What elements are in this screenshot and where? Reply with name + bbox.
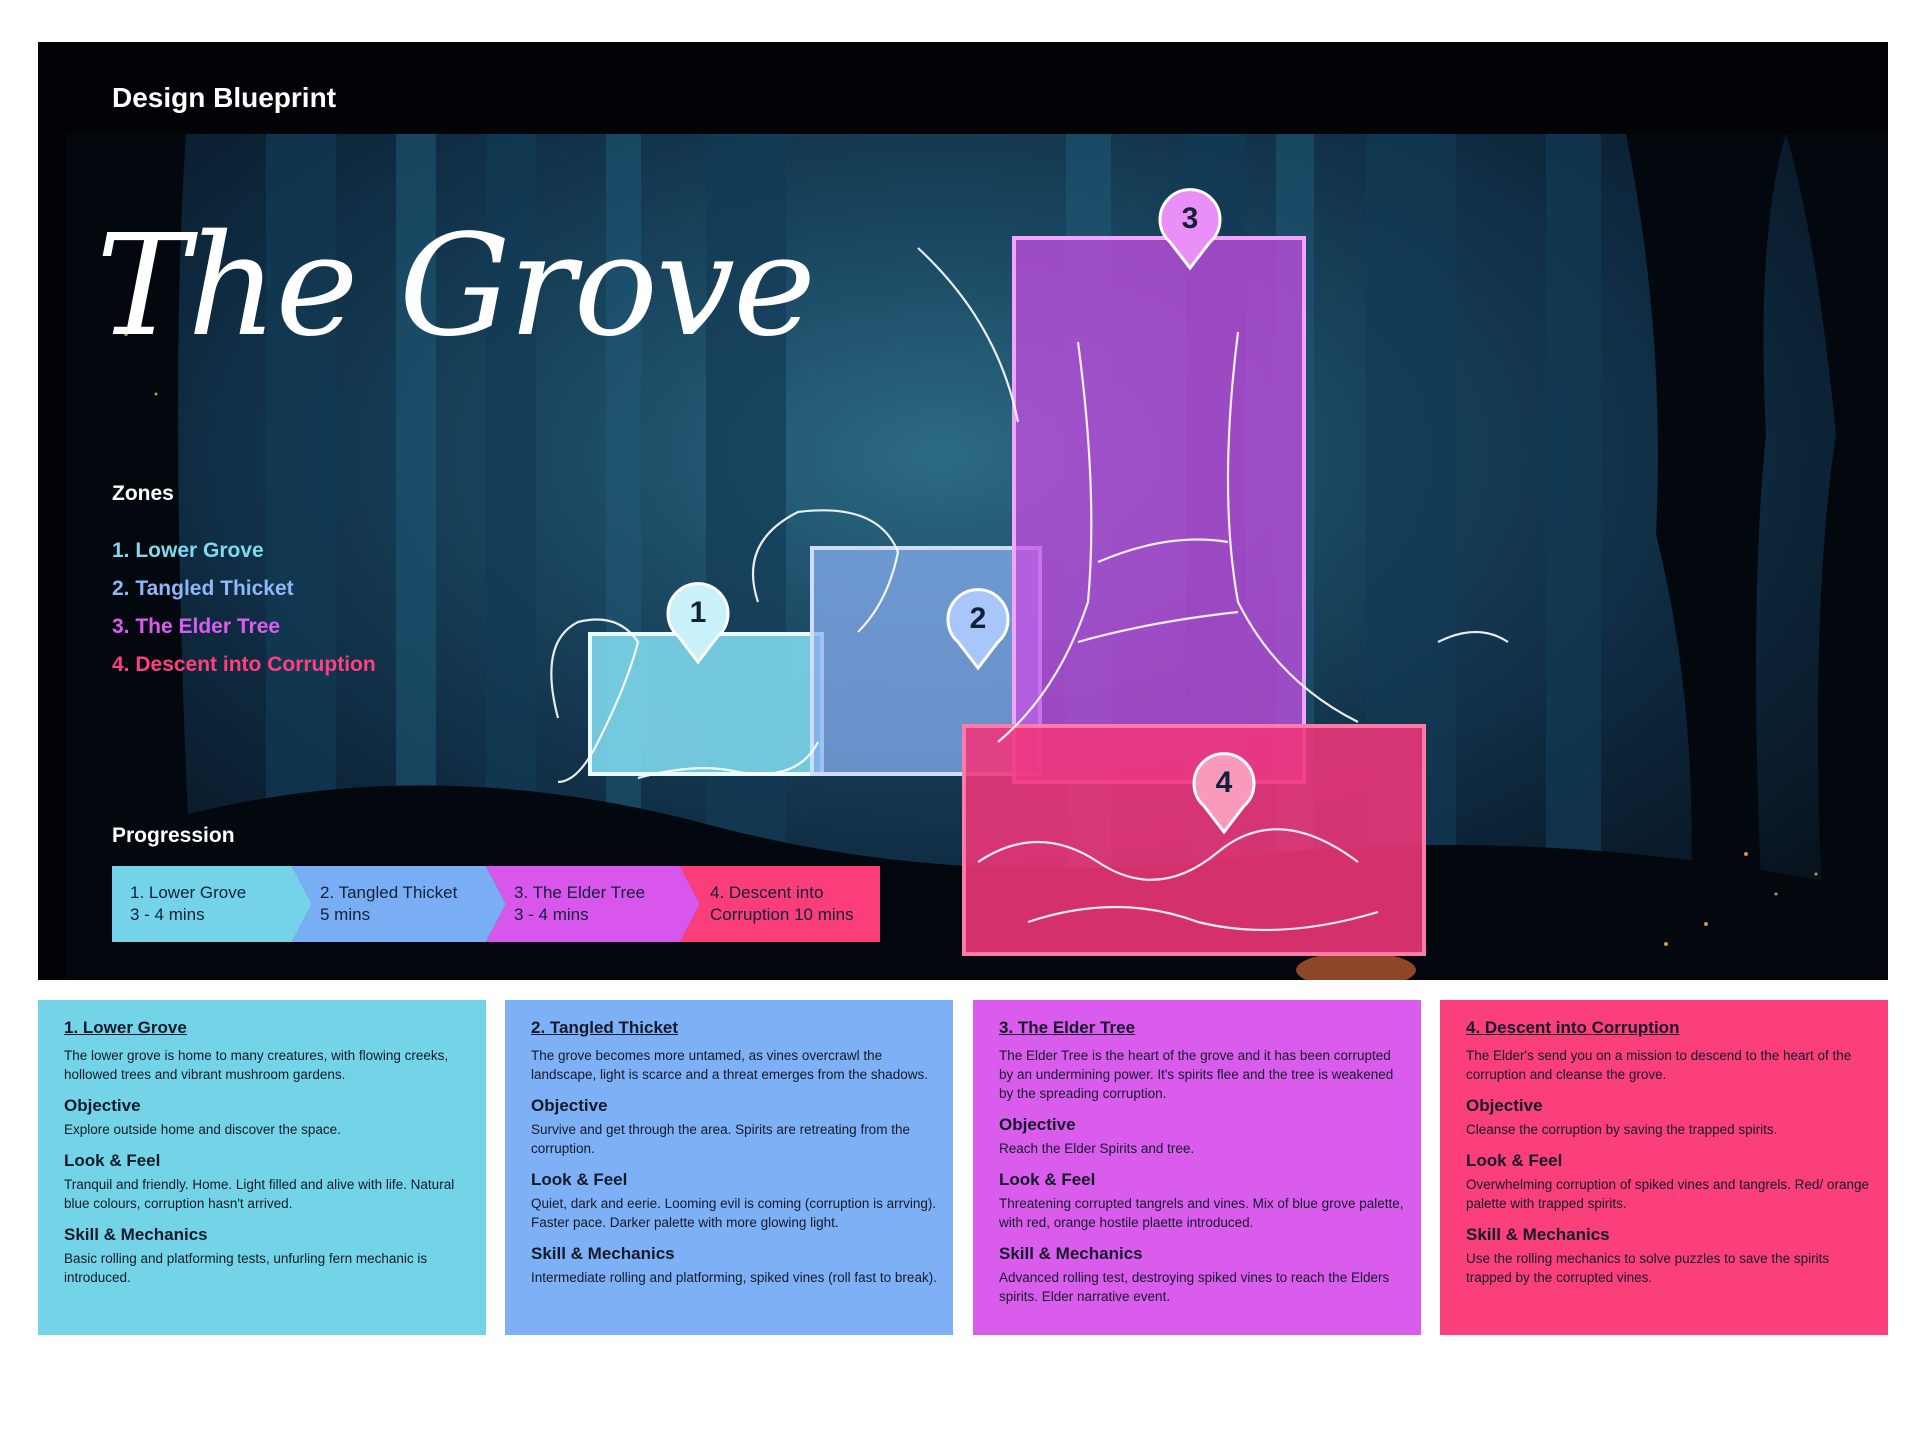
zone-card-3-skill-heading: Skill & Mechanics [999, 1244, 1143, 1263]
progression-step-4-time: Corruption 10 mins [710, 905, 854, 924]
zone-card-4-objective: Cleanse the corruption by saving the tra… [1466, 1122, 1778, 1137]
zone-card-3-look-heading: Look & Feel [999, 1170, 1096, 1189]
zone-card-2-look: Quiet, dark and eerie. Looming evil is c… [531, 1196, 937, 1230]
zone-item-1[interactable]: 1. Lower Grove [112, 532, 376, 570]
zone-card-2-objective-heading: Objective [531, 1096, 608, 1115]
zone-card-3-skill: Advanced rolling test, destroying spiked… [999, 1270, 1390, 1304]
zone-marker-2-label: 2 [970, 602, 987, 635]
zone-card-4-skill-heading: Skill & Mechanics [1466, 1225, 1610, 1244]
progression-step-4[interactable]: 4. Descent into Corruption 10 mins [680, 866, 880, 942]
progression-step-3-name: 3. The Elder Tree [514, 883, 646, 902]
zone-list: 1. Lower Grove 2. Tangled Thicket 3. The… [112, 532, 376, 684]
zone-card-4-look: Overwhelming corruption of spiked vines … [1466, 1177, 1869, 1211]
progression-step-3-time: 3 - 4 mins [514, 905, 589, 924]
zone-card-1-objective: Explore outside home and discover the sp… [64, 1122, 341, 1137]
zone-card-3-description: The Elder Tree is the heart of the grove… [999, 1048, 1394, 1101]
zone-card-2-skill: Intermediate rolling and platforming, sp… [531, 1270, 937, 1285]
zone-3-area[interactable] [1012, 236, 1306, 784]
zone-card-2-look-heading: Look & Feel [531, 1170, 628, 1189]
zone-item-4[interactable]: 4. Descent into Corruption [112, 646, 376, 684]
zone-card-2-description: The grove becomes more untamed, as vines… [531, 1048, 928, 1082]
progression-bar: 1. Lower Grove 3 - 4 mins 2. Tangled Thi… [112, 866, 880, 942]
zone-card-1-skill: Basic rolling and platforming tests, unf… [64, 1251, 428, 1285]
zone-marker-3-label: 3 [1182, 202, 1199, 235]
zone-card-1-title: 1. Lower Grove [64, 1018, 187, 1037]
progression-step-1-time: 3 - 4 mins [130, 905, 205, 924]
zone-marker-1-label: 1 [690, 596, 707, 629]
zone-card-1-description: The lower grove is home to many creature… [64, 1048, 449, 1082]
progression-step-2-name: 2. Tangled Thicket [320, 883, 458, 902]
zone-card-2: 2. Tangled Thicket The grove becomes mor… [505, 1000, 953, 1335]
progression-step-3[interactable]: 3. The Elder Tree 3 - 4 mins [486, 866, 700, 942]
zone-card-4-objective-heading: Objective [1466, 1096, 1543, 1115]
zone-card-4-description: The Elder's send you on a mission to des… [1466, 1048, 1852, 1082]
zones-heading: Zones [112, 482, 174, 505]
progression-step-4-name: 4. Descent into [710, 883, 824, 902]
zone-card-3-title: 3. The Elder Tree [999, 1018, 1136, 1037]
zone-card-3-look: Threatening corrupted tangrels and vines… [999, 1196, 1404, 1230]
progression-step-2[interactable]: 2. Tangled Thicket 5 mins [292, 866, 506, 942]
progression-step-1-name: 1. Lower Grove [130, 883, 247, 902]
zone-card-4-title: 4. Descent into Corruption [1466, 1018, 1680, 1037]
zone-card-3-objective-heading: Objective [999, 1115, 1076, 1134]
zone-item-2[interactable]: 2. Tangled Thicket [112, 570, 376, 608]
zone-item-3[interactable]: 3. The Elder Tree [112, 608, 376, 646]
zone-card-4-look-heading: Look & Feel [1466, 1151, 1563, 1170]
zone-card-1-look: Tranquil and friendly. Home. Light fille… [64, 1177, 455, 1211]
zone-marker-4-label: 4 [1216, 766, 1233, 799]
zone-map: 1 2 3 4 [550, 188, 1509, 956]
zone-1-area[interactable] [588, 632, 824, 776]
zone-card-2-title: 2. Tangled Thicket [531, 1018, 679, 1037]
zone-card-2-objective: Survive and get through the area. Spirit… [531, 1122, 910, 1156]
zone-card-1-look-heading: Look & Feel [64, 1151, 161, 1170]
zone-card-1: 1. Lower Grove The lower grove is home t… [38, 1000, 486, 1335]
zone-card-4: 4. Descent into Corruption The Elder's s… [1440, 1000, 1888, 1335]
zone-card-2-skill-heading: Skill & Mechanics [531, 1244, 675, 1263]
zone-card-3: 3. The Elder Tree The Elder Tree is the … [973, 1000, 1421, 1335]
progression-heading: Progression [112, 824, 235, 847]
zone-card-4-skill: Use the rolling mechanics to solve puzzl… [1466, 1251, 1830, 1285]
zone-card-1-skill-heading: Skill & Mechanics [64, 1225, 208, 1244]
zone-card-1-objective-heading: Objective [64, 1096, 141, 1115]
blueprint-panel: Design Blueprint The Grove 1 2 3 4 Zones… [38, 42, 1888, 980]
zone-card-3-objective: Reach the Elder Spirits and tree. [999, 1141, 1195, 1156]
progression-step-2-time: 5 mins [320, 905, 371, 924]
progression-step-1[interactable]: 1. Lower Grove 3 - 4 mins [112, 866, 312, 942]
